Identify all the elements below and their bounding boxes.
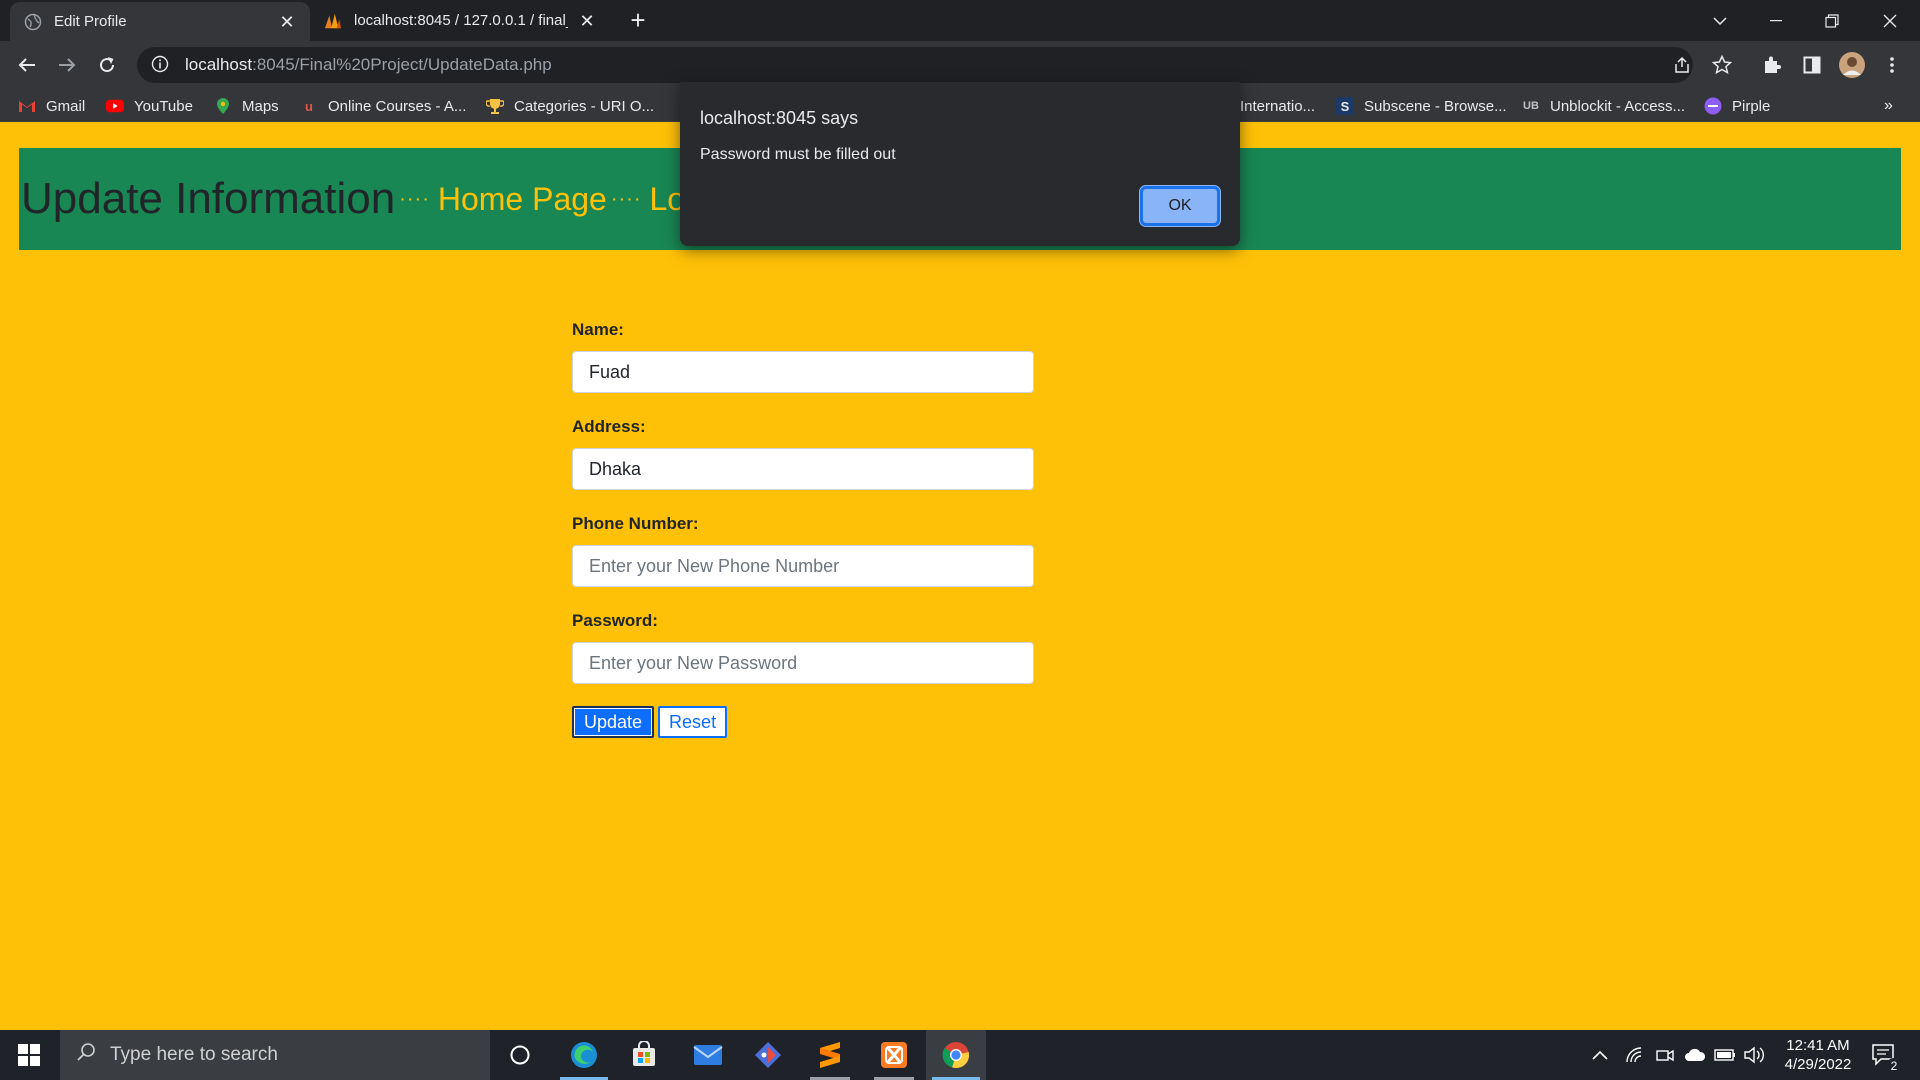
new-tab-button[interactable]: + bbox=[624, 6, 652, 34]
bookmark-label: Categories - URI O... bbox=[514, 97, 655, 115]
bookmark-maps[interactable]: Maps bbox=[214, 96, 279, 116]
site-info-icon[interactable] bbox=[151, 55, 171, 75]
microsoft-store-icon[interactable] bbox=[614, 1030, 674, 1080]
address-input[interactable]: Dhaka bbox=[572, 448, 1034, 490]
bookmark-subscene[interactable]: S Subscene - Browse... bbox=[1336, 96, 1507, 116]
bookmark-unblockit[interactable]: UB Unblockit - Access... bbox=[1522, 96, 1685, 116]
bookmark-youtube[interactable]: YouTube bbox=[106, 96, 193, 116]
bookmark-online-courses[interactable]: u Online Courses - A... bbox=[300, 96, 466, 116]
xampp-icon[interactable] bbox=[864, 1030, 924, 1080]
maps-icon bbox=[214, 97, 232, 115]
tab-edit-profile[interactable]: Edit Profile ✕ bbox=[10, 2, 310, 41]
side-panel-icon[interactable] bbox=[1796, 49, 1828, 81]
edge-icon[interactable] bbox=[554, 1030, 614, 1080]
chrome-icon[interactable] bbox=[926, 1030, 986, 1080]
bookmark-label: Online Courses - A... bbox=[328, 97, 467, 115]
courses-icon: u bbox=[305, 98, 313, 114]
update-button[interactable]: Update bbox=[572, 706, 655, 738]
onedrive-icon[interactable] bbox=[1684, 1030, 1706, 1080]
password-label: Password: bbox=[572, 611, 658, 630]
tray-chevron-icon[interactable] bbox=[1592, 1030, 1608, 1080]
reload-icon[interactable] bbox=[91, 49, 123, 81]
page-title: Update Information bbox=[21, 174, 396, 223]
wifi-icon[interactable] bbox=[1626, 1030, 1644, 1080]
minimize-button[interactable] bbox=[1748, 0, 1804, 41]
battery-icon[interactable] bbox=[1714, 1030, 1736, 1080]
tab-phpmyadmin[interactable]: localhost:8045 / 127.0.0.1 / final_ ✕ bbox=[310, 0, 610, 41]
notifications-icon[interactable]: 2 bbox=[1864, 1030, 1904, 1080]
windows-taskbar: Type here to search 12:41 AM 4/29/2022 2 bbox=[0, 1030, 1920, 1080]
name-input[interactable]: Fuad bbox=[572, 351, 1034, 393]
bookmark-label: Maps bbox=[242, 97, 279, 115]
tab-title: localhost:8045 / 127.0.0.1 / final_ bbox=[354, 12, 568, 29]
tab-search-icon[interactable] bbox=[1692, 0, 1748, 41]
dialog-message: Password must be filled out bbox=[700, 146, 896, 163]
tab-title: Edit Profile bbox=[54, 13, 127, 30]
address-bar[interactable]: localhost:8045/Final%20Project/UpdateDat… bbox=[137, 47, 1693, 83]
menu-kebab-icon[interactable] bbox=[1876, 49, 1908, 81]
bookmark-internatio[interactable]: Internatio... bbox=[1240, 96, 1315, 116]
clock-date: 4/29/2022 bbox=[1784, 1056, 1852, 1073]
cortana-icon[interactable] bbox=[490, 1030, 550, 1080]
bookmark-gmail[interactable]: Gmail bbox=[18, 96, 85, 116]
phone-input[interactable]: Enter your New Phone Number bbox=[572, 545, 1034, 587]
bookmark-label: Pirple bbox=[1732, 97, 1771, 115]
password-input[interactable]: Enter your New Password bbox=[572, 642, 1034, 684]
name-label: Name: bbox=[572, 320, 624, 339]
address-label: Address: bbox=[572, 417, 646, 436]
trophy-icon bbox=[486, 97, 504, 115]
bookmark-label: Subscene - Browse... bbox=[1364, 97, 1507, 115]
separator: ···· bbox=[399, 187, 430, 210]
separator: ···· bbox=[610, 187, 642, 210]
close-tab-icon[interactable]: ✕ bbox=[578, 12, 596, 30]
bookmark-label: Gmail bbox=[46, 97, 86, 115]
url-path: :8045/Final%20Project/UpdateData.php bbox=[252, 55, 552, 74]
bookmark-label: Internatio... bbox=[1240, 97, 1316, 115]
globe-icon bbox=[24, 13, 42, 31]
gmail-icon bbox=[18, 97, 36, 115]
bookmark-pirple[interactable]: Pirple bbox=[1704, 96, 1770, 116]
taskbar-search-placeholder: Type here to search bbox=[110, 1044, 278, 1065]
git-kraken-icon[interactable] bbox=[738, 1030, 798, 1080]
subscene-icon: S bbox=[1336, 97, 1354, 115]
search-icon bbox=[76, 1042, 96, 1068]
share-icon[interactable] bbox=[1666, 49, 1698, 81]
close-window-button[interactable] bbox=[1862, 0, 1918, 41]
youtube-icon bbox=[106, 97, 124, 115]
dialog-ok-button[interactable]: OK bbox=[1140, 186, 1220, 226]
windows-start-icon[interactable] bbox=[0, 1030, 58, 1080]
dialog-title: localhost:8045 says bbox=[700, 108, 859, 128]
url-host: localhost bbox=[185, 55, 253, 74]
home-page-link[interactable]: Home Page bbox=[438, 181, 607, 218]
phone-label: Phone Number: bbox=[572, 514, 699, 533]
alert-dialog: localhost:8045 says Password must be fil… bbox=[680, 82, 1240, 246]
restore-button[interactable] bbox=[1804, 0, 1860, 41]
back-icon[interactable] bbox=[11, 49, 43, 81]
reset-button[interactable]: Reset bbox=[658, 706, 728, 738]
taskbar-search-box[interactable]: Type here to search bbox=[60, 1030, 490, 1080]
forward-icon[interactable] bbox=[51, 49, 83, 81]
pirple-icon bbox=[1704, 97, 1722, 115]
sublime-text-icon[interactable] bbox=[800, 1030, 860, 1080]
bookmark-categories-uri[interactable]: Categories - URI O... bbox=[486, 96, 654, 116]
profile-avatar[interactable] bbox=[1836, 49, 1868, 81]
extensions-icon[interactable] bbox=[1756, 49, 1788, 81]
bookmark-label: YouTube bbox=[134, 97, 193, 115]
mail-icon[interactable] bbox=[678, 1030, 738, 1080]
form-buttons: Update Reset bbox=[572, 706, 1034, 738]
update-form: Name: Fuad Address: Dhaka Phone Number: … bbox=[572, 320, 1034, 738]
clock-time: 12:41 AM bbox=[1786, 1037, 1850, 1054]
bookmark-star-icon[interactable] bbox=[1706, 49, 1738, 81]
unblockit-icon: UB bbox=[1523, 100, 1539, 112]
meet-now-icon[interactable] bbox=[1656, 1030, 1674, 1080]
browser-tab-bar: Edit Profile ✕ localhost:8045 / 127.0.0.… bbox=[0, 0, 1920, 41]
phpmyadmin-icon bbox=[324, 12, 342, 30]
more-bookmarks-icon[interactable]: » bbox=[1884, 96, 1893, 116]
system-clock[interactable]: 12:41 AM 4/29/2022 bbox=[1758, 1036, 1878, 1074]
notification-count-badge: 2 bbox=[1886, 1058, 1902, 1074]
close-tab-icon[interactable]: ✕ bbox=[278, 13, 296, 31]
bookmark-label: Unblockit - Access... bbox=[1550, 97, 1686, 115]
